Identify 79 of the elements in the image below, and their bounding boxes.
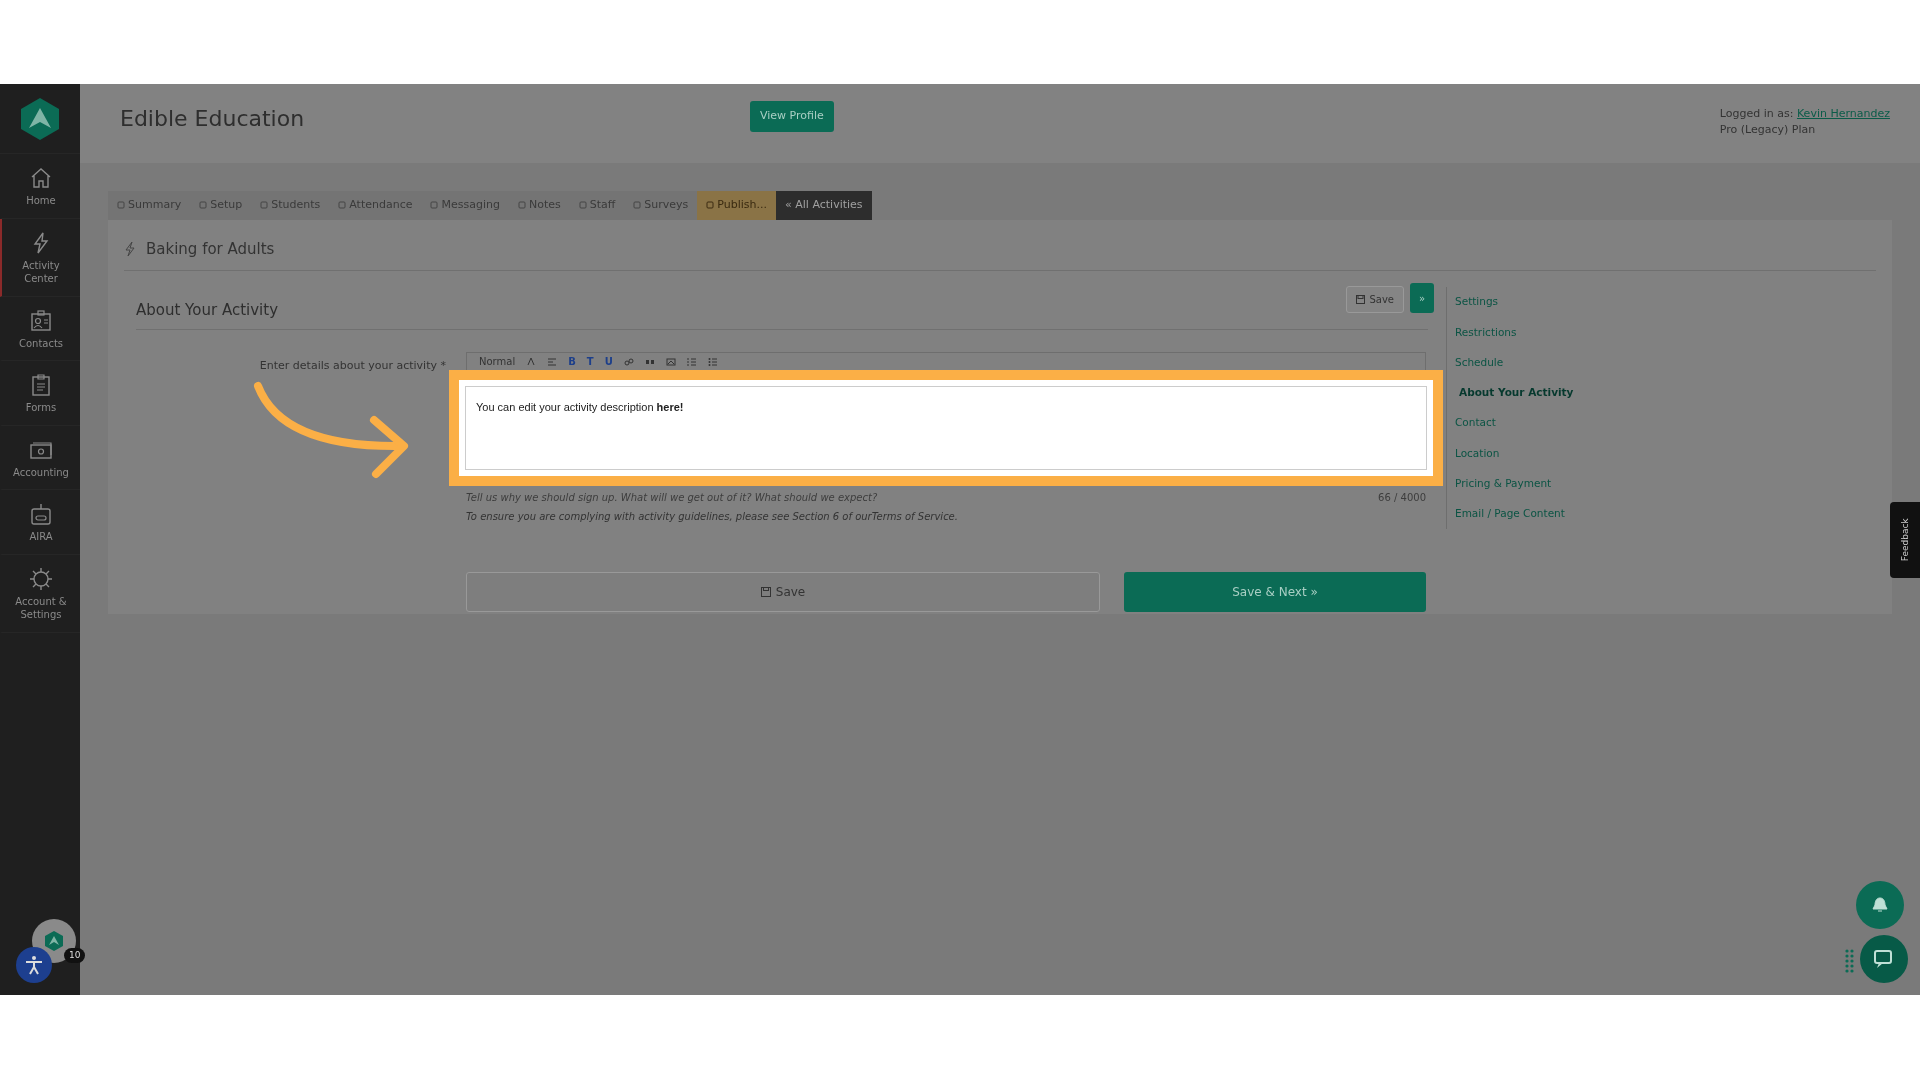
count-badge: 10 — [64, 947, 86, 963]
numbered-list-icon — [686, 356, 697, 367]
nav-link[interactable]: Pricing & Payment — [1455, 468, 1876, 499]
feedback-tab[interactable]: Feedback — [1890, 502, 1920, 578]
logo-icon — [20, 96, 60, 141]
nav-link[interactable]: Restrictions — [1455, 317, 1876, 348]
tab[interactable]: Messaging — [421, 191, 509, 220]
user-link[interactable]: Kevin Hernandez — [1796, 107, 1890, 120]
tab-icon — [517, 201, 526, 210]
view-profile-button[interactable]: View Profile — [750, 101, 834, 132]
tab[interactable]: Attendance — [329, 191, 422, 220]
accessibility-button[interactable] — [16, 947, 52, 983]
tab-icon — [338, 201, 347, 210]
gear-icon — [29, 566, 53, 591]
save-button[interactable]: Save — [1346, 286, 1404, 313]
nav-link[interactable]: Location — [1455, 438, 1876, 469]
plan-text: Pro (Legacy) Plan — [1719, 121, 1817, 138]
logged-in-label: Logged in as: — [1719, 107, 1794, 120]
tab[interactable]: Notes — [508, 191, 570, 220]
logo-icon — [44, 930, 64, 952]
nav-link[interactable]: Email / Page Content — [1455, 498, 1876, 529]
contact-card-icon — [29, 308, 53, 333]
activity-title: Baking for Adults — [146, 238, 275, 260]
sidebar-item[interactable]: Activity Center — [0, 218, 80, 297]
hint-text: Tell us why we should sign up. What will we get out of it? What should we expect? — [466, 491, 878, 505]
clipboard-icon — [29, 373, 53, 397]
save-button[interactable]: Save — [466, 572, 1100, 612]
format-button[interactable]: U — [604, 356, 613, 367]
nav-link[interactable]: Schedule — [1455, 347, 1876, 378]
tab-icon — [706, 201, 715, 210]
format-button[interactable]: B — [568, 356, 576, 367]
bell-icon — [1871, 896, 1889, 914]
tab-icon — [199, 201, 208, 210]
align-icon — [547, 356, 558, 367]
tab[interactable]: Surveys — [624, 191, 698, 220]
sidebar-item[interactable]: Account & Settings — [0, 554, 80, 633]
sidebar-item[interactable]: Home — [0, 154, 80, 219]
next-button[interactable]: » — [1410, 283, 1434, 313]
house-icon — [29, 166, 53, 190]
tab-icon — [430, 201, 439, 210]
image-icon — [665, 356, 676, 367]
bullet-list-icon — [707, 356, 718, 367]
section-title: About Your Activity — [136, 299, 278, 321]
sidebar-item[interactable]: Accounting — [0, 425, 80, 490]
field-label: Enter details about your activity * — [259, 359, 446, 372]
tab[interactable]: Setup — [190, 191, 252, 220]
nav-link[interactable]: Settings — [1455, 287, 1876, 318]
character-count: 66 / 4000 — [1378, 491, 1426, 505]
lightning-icon — [124, 240, 136, 257]
nav-link[interactable]: About Your Activity — [1455, 377, 1876, 408]
tab-icon — [633, 201, 642, 210]
nav-link[interactable]: Contact — [1455, 408, 1876, 439]
drag-handle-icon — [1845, 949, 1854, 973]
format-button[interactable]: T — [586, 356, 594, 367]
tab-icon — [578, 201, 587, 210]
terms-link[interactable]: Terms of Service — [871, 511, 955, 522]
save-next-button[interactable]: Save & Next » — [1124, 572, 1426, 612]
link-icon — [623, 356, 634, 367]
tab-icon — [260, 201, 269, 210]
notification-button[interactable] — [1856, 881, 1904, 929]
page-title: Edible Education — [120, 105, 306, 133]
back-link[interactable]: « All Activities — [776, 191, 872, 220]
sidebar-item[interactable]: AIRA — [0, 490, 80, 555]
sidebar-item[interactable]: Contacts — [0, 296, 80, 361]
text-editor[interactable]: You can edit your activity description here! — [465, 386, 1427, 470]
tab[interactable]: Summary — [108, 191, 191, 220]
terms-text: To ensure you are complying with activity guidelines, please see Section 6 of ourTerms of Service. — [466, 510, 959, 524]
tab[interactable]: Students — [251, 191, 330, 220]
floppy-icon — [760, 587, 771, 597]
person-icon — [23, 954, 45, 976]
color-icon — [526, 356, 537, 367]
chat-icon — [1873, 948, 1895, 970]
tab-icon — [117, 201, 125, 210]
tab[interactable]: Staff — [569, 191, 625, 220]
floppy-icon — [1356, 295, 1366, 304]
format-dropdown[interactable]: Normal — [479, 354, 516, 369]
sidebar-item[interactable]: Forms — [0, 361, 80, 426]
robot-icon — [29, 502, 53, 526]
chat-button[interactable] — [1860, 935, 1908, 983]
